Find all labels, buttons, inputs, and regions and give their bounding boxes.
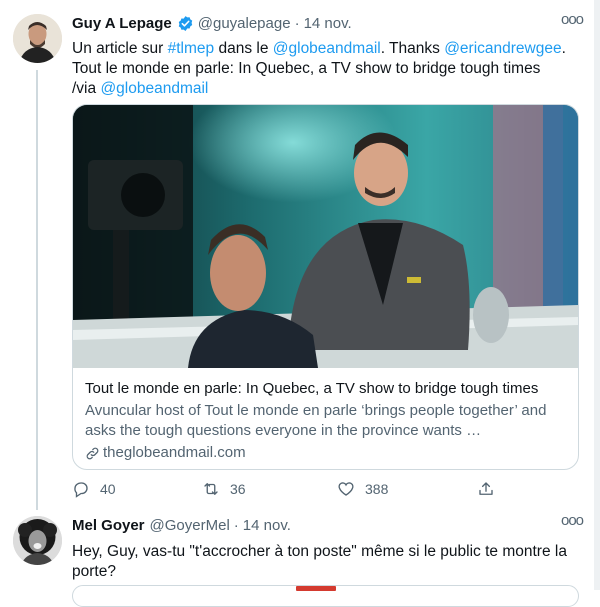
tweet-text: Un article sur #tlmep dans le @globeandm… <box>72 39 577 99</box>
heart-icon <box>338 482 354 496</box>
text-segment: . Thanks <box>380 40 445 57</box>
more-options-icon[interactable]: ooo <box>561 11 584 28</box>
card-domain[interactable]: theglobeandmail.com <box>85 443 570 463</box>
author-name[interactable]: Guy A Lepage <box>72 15 172 32</box>
next-media-thumbnail <box>296 586 336 591</box>
retweet-icon <box>204 483 218 495</box>
reply-count: 40 <box>100 481 116 497</box>
tweet-date[interactable]: 14 nov. <box>243 517 291 534</box>
reply-button[interactable]: 40 <box>72 480 116 498</box>
card-image <box>73 105 578 368</box>
text-segment: /via <box>72 80 101 97</box>
tweet-text: Hey, Guy, vas-tu "t'accrocher à ton post… <box>72 543 567 580</box>
share-button[interactable] <box>477 480 505 498</box>
card-domain-text: theglobeandmail.com <box>103 444 246 461</box>
separator-dot: · <box>233 517 239 534</box>
link-icon <box>86 447 99 459</box>
thread-line <box>36 70 38 510</box>
tweet-header: Mel Goyer @GoyerMel · 14 nov. <box>72 517 291 534</box>
mention-link[interactable]: @globeandmail <box>273 40 381 57</box>
text-segment: dans le <box>214 40 273 57</box>
separator-dot: · <box>294 15 300 32</box>
card-body: Tout le monde en parle: In Quebec, a TV … <box>85 379 570 463</box>
link-preview-card[interactable]: Tout le monde en parle: In Quebec, a TV … <box>72 104 579 470</box>
avatar[interactable] <box>13 516 62 565</box>
like-count: 388 <box>365 481 389 497</box>
text-segment: . <box>561 40 566 57</box>
retweet-button[interactable]: 36 <box>202 480 246 498</box>
hashtag-link[interactable]: #tlmep <box>168 40 215 57</box>
tweet-header: Guy A Lepage @guyalepage · 14 nov. <box>72 15 352 32</box>
author-handle[interactable]: @GoyerMel <box>150 517 230 534</box>
verified-badge-icon <box>177 15 194 32</box>
share-icon <box>479 482 493 495</box>
avatar-photo <box>13 516 62 565</box>
scrollbar-track[interactable] <box>594 0 600 590</box>
more-options-icon[interactable]: ooo <box>561 512 584 529</box>
mention-link[interactable]: @globeandmail <box>100 80 208 97</box>
author-handle[interactable]: @guyalepage <box>198 15 291 32</box>
mention-link[interactable]: @ericandrewgee <box>444 40 561 57</box>
card-title[interactable]: Tout le monde en parle: In Quebec, a TV … <box>85 379 570 399</box>
reply-icon <box>74 482 88 498</box>
text-segment: Tout le monde en parle: In Quebec, a TV … <box>72 60 541 77</box>
card-description: Avuncular host of Tout le monde en parle… <box>85 402 547 439</box>
retweet-count: 36 <box>230 481 246 497</box>
like-button[interactable]: 388 <box>337 480 388 498</box>
author-name[interactable]: Mel Goyer <box>72 517 145 534</box>
avatar-photo <box>13 14 62 63</box>
tweet-date[interactable]: 14 nov. <box>304 15 352 32</box>
tweet-actions: 40 36 388 <box>72 480 512 500</box>
text-segment: Un article sur <box>72 40 168 57</box>
avatar[interactable] <box>13 14 62 63</box>
